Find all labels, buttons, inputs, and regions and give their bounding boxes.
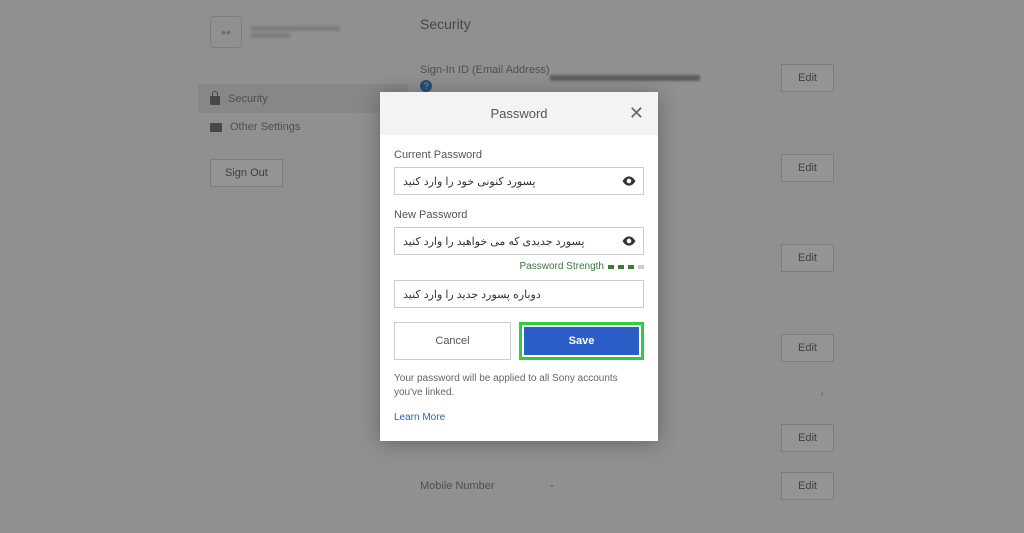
eye-icon[interactable]: [622, 176, 636, 186]
new-password-label: New Password: [394, 209, 644, 221]
strength-segment: [638, 265, 644, 269]
new-password-input[interactable]: [394, 227, 644, 255]
modal-body: Current Password New Password Password S…: [380, 135, 658, 441]
confirm-password-input[interactable]: [394, 280, 644, 308]
learn-more-link[interactable]: Learn More: [394, 412, 644, 423]
password-modal: Password ✕ Current Password New Password…: [380, 92, 658, 441]
close-icon[interactable]: ✕: [629, 104, 644, 122]
cancel-button[interactable]: Cancel: [394, 322, 511, 360]
save-button[interactable]: Save: [524, 327, 639, 355]
eye-icon[interactable]: [622, 236, 636, 246]
info-text: Your password will be applied to all Son…: [394, 372, 644, 400]
modal-header: Password ✕: [380, 92, 658, 135]
password-strength: Password Strength: [394, 261, 644, 272]
current-password-label: Current Password: [394, 149, 644, 161]
save-button-highlight: Save: [519, 322, 644, 360]
strength-label: Password Strength: [520, 261, 605, 272]
button-row: Cancel Save: [394, 322, 644, 360]
strength-segment: [618, 265, 624, 269]
strength-segment: [608, 265, 614, 269]
strength-segment: [628, 265, 634, 269]
modal-title: Password: [490, 106, 547, 121]
current-password-input[interactable]: [394, 167, 644, 195]
